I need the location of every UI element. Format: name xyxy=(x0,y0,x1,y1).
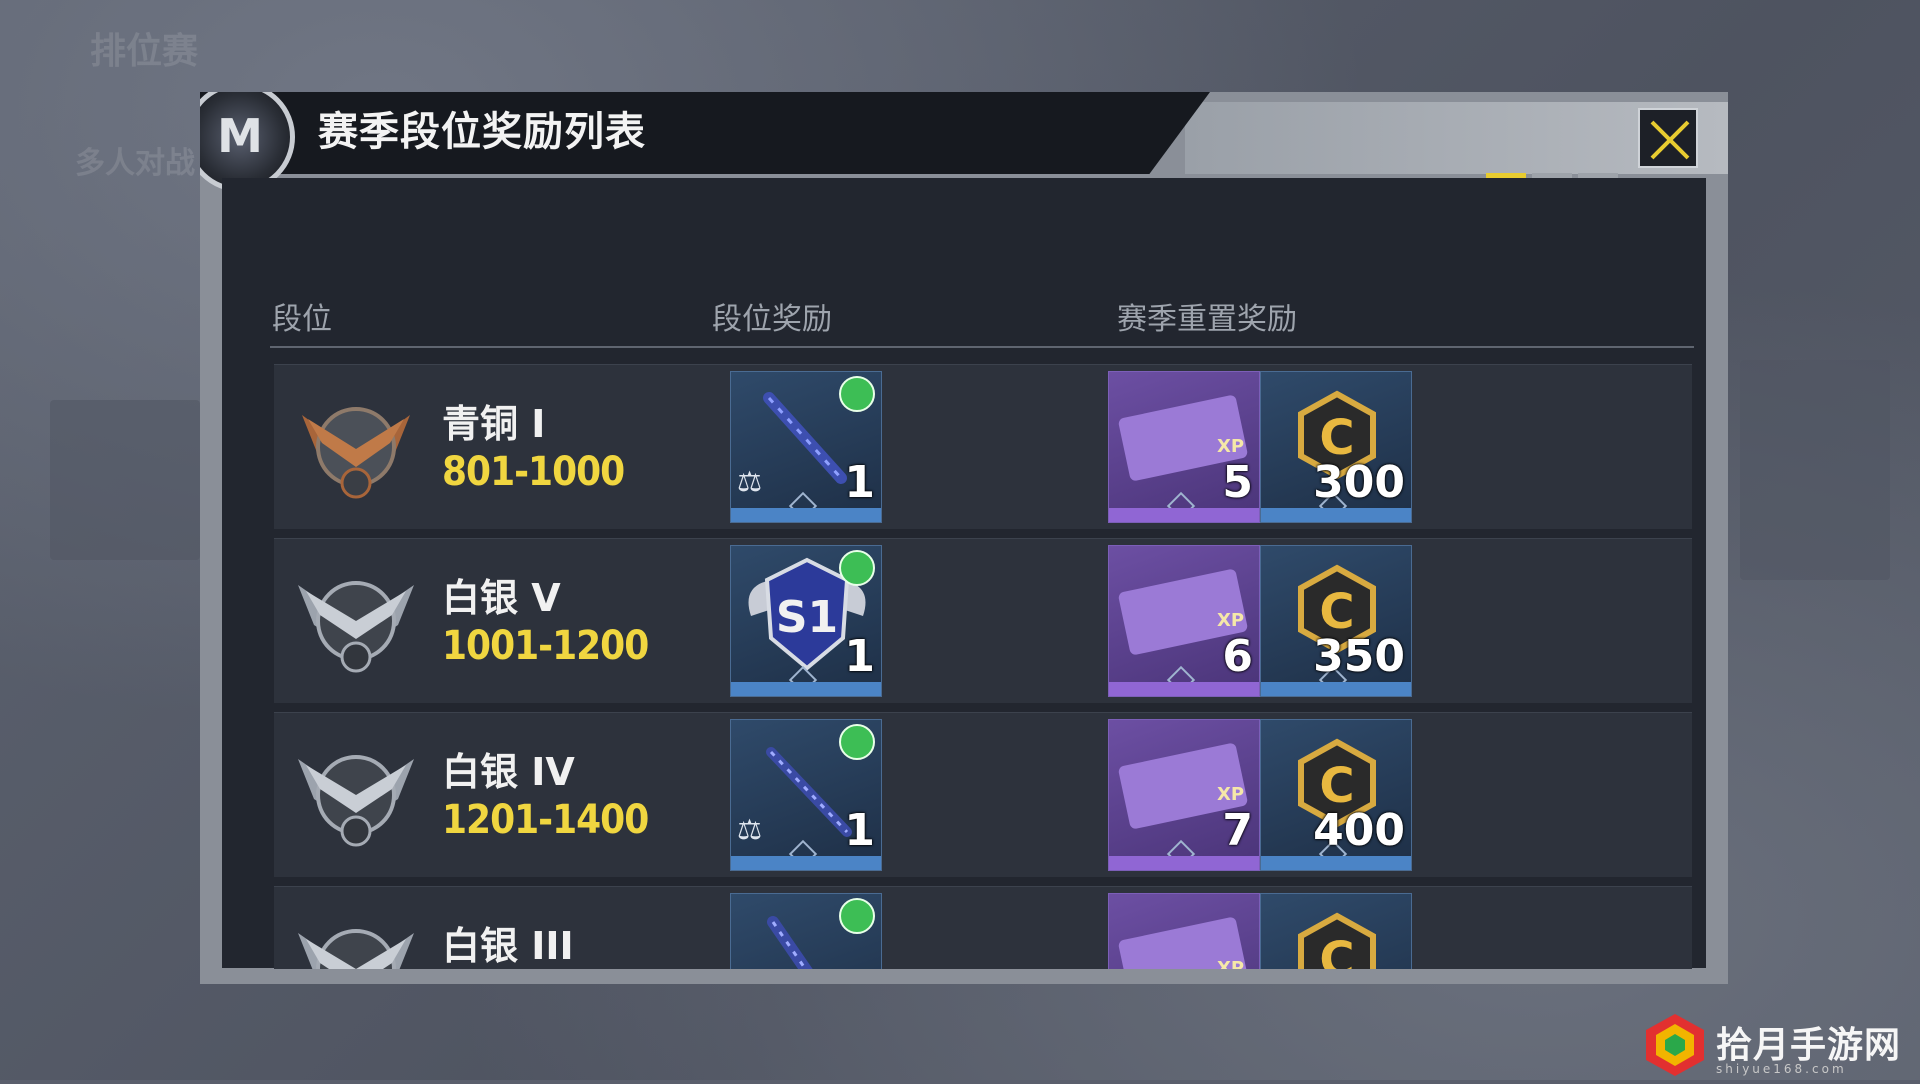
column-header-rank: 段位 xyxy=(272,302,332,337)
xp-card-tile[interactable]: XP 7 xyxy=(1108,719,1260,871)
rarity-strip xyxy=(731,508,881,522)
background-card xyxy=(50,400,200,560)
svg-text:C: C xyxy=(1319,932,1354,969)
silver-rank-icon xyxy=(298,755,414,847)
game-logo-icon: M xyxy=(200,92,295,192)
svg-text:S1: S1 xyxy=(776,592,838,643)
site-watermark: 拾月手游网 shiyue168.com xyxy=(1640,1010,1920,1080)
blueprint-icon: ⚖ xyxy=(737,465,763,498)
rank-score-range: 1201-1400 xyxy=(442,797,649,843)
cp-coin-icon: C xyxy=(1298,912,1376,969)
reward-count: 1 xyxy=(844,631,875,682)
xp-card-tile[interactable]: XP 8 xyxy=(1108,893,1260,969)
blueprint-icon: ⚖ xyxy=(737,813,763,846)
claimed-check-icon xyxy=(839,550,875,586)
cp-count: 400 xyxy=(1313,805,1405,856)
column-header-rank-reward: 段位奖励 xyxy=(712,302,832,337)
cp-coin-tile[interactable]: C 450 xyxy=(1260,893,1412,969)
cp-coin-tile[interactable]: C 400 xyxy=(1260,719,1412,871)
silver-rank-icon xyxy=(298,581,414,673)
rarity-strip xyxy=(1109,682,1259,696)
rank-name: 白银 V xyxy=(442,576,561,620)
background-label-ranked: 排位赛 xyxy=(90,31,199,72)
rarity-strip xyxy=(1109,508,1259,522)
claimed-check-icon xyxy=(839,724,875,760)
xp-count: 7 xyxy=(1222,805,1253,856)
xp-card-tile[interactable]: XP 5 xyxy=(1108,371,1260,523)
table-row[interactable]: 白银 IV 1201-1400 ⚖ 1 XP 7 C 400 xyxy=(274,712,1692,877)
rank-score-range: 801-1000 xyxy=(442,449,625,495)
background-label-multiplayer: 多人对战 xyxy=(75,146,195,181)
table-row[interactable]: 白银 III 1401-1600 ⚖ 1 XP 8 xyxy=(274,886,1692,969)
bronze-rank-icon xyxy=(302,407,410,499)
xp-card-icon: XP xyxy=(1118,917,1248,969)
svg-text:XP: XP xyxy=(1217,958,1244,969)
rarity-strip xyxy=(1261,682,1411,696)
close-button[interactable] xyxy=(1638,108,1698,168)
cp-coin-tile[interactable]: C 350 xyxy=(1260,545,1412,697)
column-header-reset-reward: 赛季重置奖励 xyxy=(1117,302,1297,337)
table-row[interactable]: 青铜 I 801-1000 ⚖ 1 XP 5 C 300 xyxy=(274,364,1692,529)
cp-count: 300 xyxy=(1313,457,1405,508)
rank-reward-tile[interactable]: ⚖ 1 xyxy=(730,371,882,523)
close-icon xyxy=(1650,120,1690,160)
cp-coin-tile[interactable]: C 300 xyxy=(1260,371,1412,523)
rewards-table: 段位 段位奖励 赛季重置奖励 青铜 I 801-1000 ⚖ 1 XP 5 C … xyxy=(222,178,1706,969)
claimed-check-icon xyxy=(839,898,875,934)
silver-rank-icon xyxy=(298,929,414,969)
rarity-strip xyxy=(1261,508,1411,522)
background-card xyxy=(1740,360,1890,580)
watermark-url: shiyue168.com xyxy=(1716,1062,1847,1076)
rarity-strip xyxy=(731,856,881,870)
header-divider xyxy=(270,346,1694,348)
rank-name: 白银 IV xyxy=(442,750,575,794)
claimed-check-icon xyxy=(839,376,875,412)
cp-count: 350 xyxy=(1313,631,1405,682)
xp-count: 6 xyxy=(1222,631,1253,682)
dialog-header: 赛季段位奖励列表 xyxy=(200,92,1210,174)
xp-card-tile[interactable]: XP 6 xyxy=(1108,545,1260,697)
rank-name: 白银 III xyxy=(442,924,574,968)
svg-text:XP: XP xyxy=(1217,610,1244,631)
svg-text:XP: XP xyxy=(1217,784,1244,805)
rank-name: 青铜 I xyxy=(442,402,546,446)
dialog-title: 赛季段位奖励列表 xyxy=(318,109,646,155)
rewards-dialog: 赛季段位奖励列表 M 段位 段位奖励 赛季重置奖励 青铜 I 801-1000 xyxy=(200,92,1728,984)
reward-count: 1 xyxy=(844,457,875,508)
watermark-text: 拾月手游网 xyxy=(1716,1024,1902,1066)
rank-reward-tile[interactable]: S1 1 xyxy=(730,545,882,697)
rank-reward-tile[interactable]: ⚖ 1 xyxy=(730,719,882,871)
rank-score-range: 1001-1200 xyxy=(442,623,649,669)
table-row[interactable]: 白银 V 1001-1200 S1 1 XP 6 C 350 xyxy=(274,538,1692,703)
xp-count: 5 xyxy=(1222,457,1253,508)
watermark-logo-icon xyxy=(1646,1014,1704,1076)
rarity-strip xyxy=(731,682,881,696)
svg-text:XP: XP xyxy=(1217,436,1244,457)
rarity-strip xyxy=(1261,856,1411,870)
rarity-strip xyxy=(1109,856,1259,870)
rank-reward-tile[interactable]: ⚖ 1 xyxy=(730,893,882,969)
reward-count: 1 xyxy=(844,805,875,856)
